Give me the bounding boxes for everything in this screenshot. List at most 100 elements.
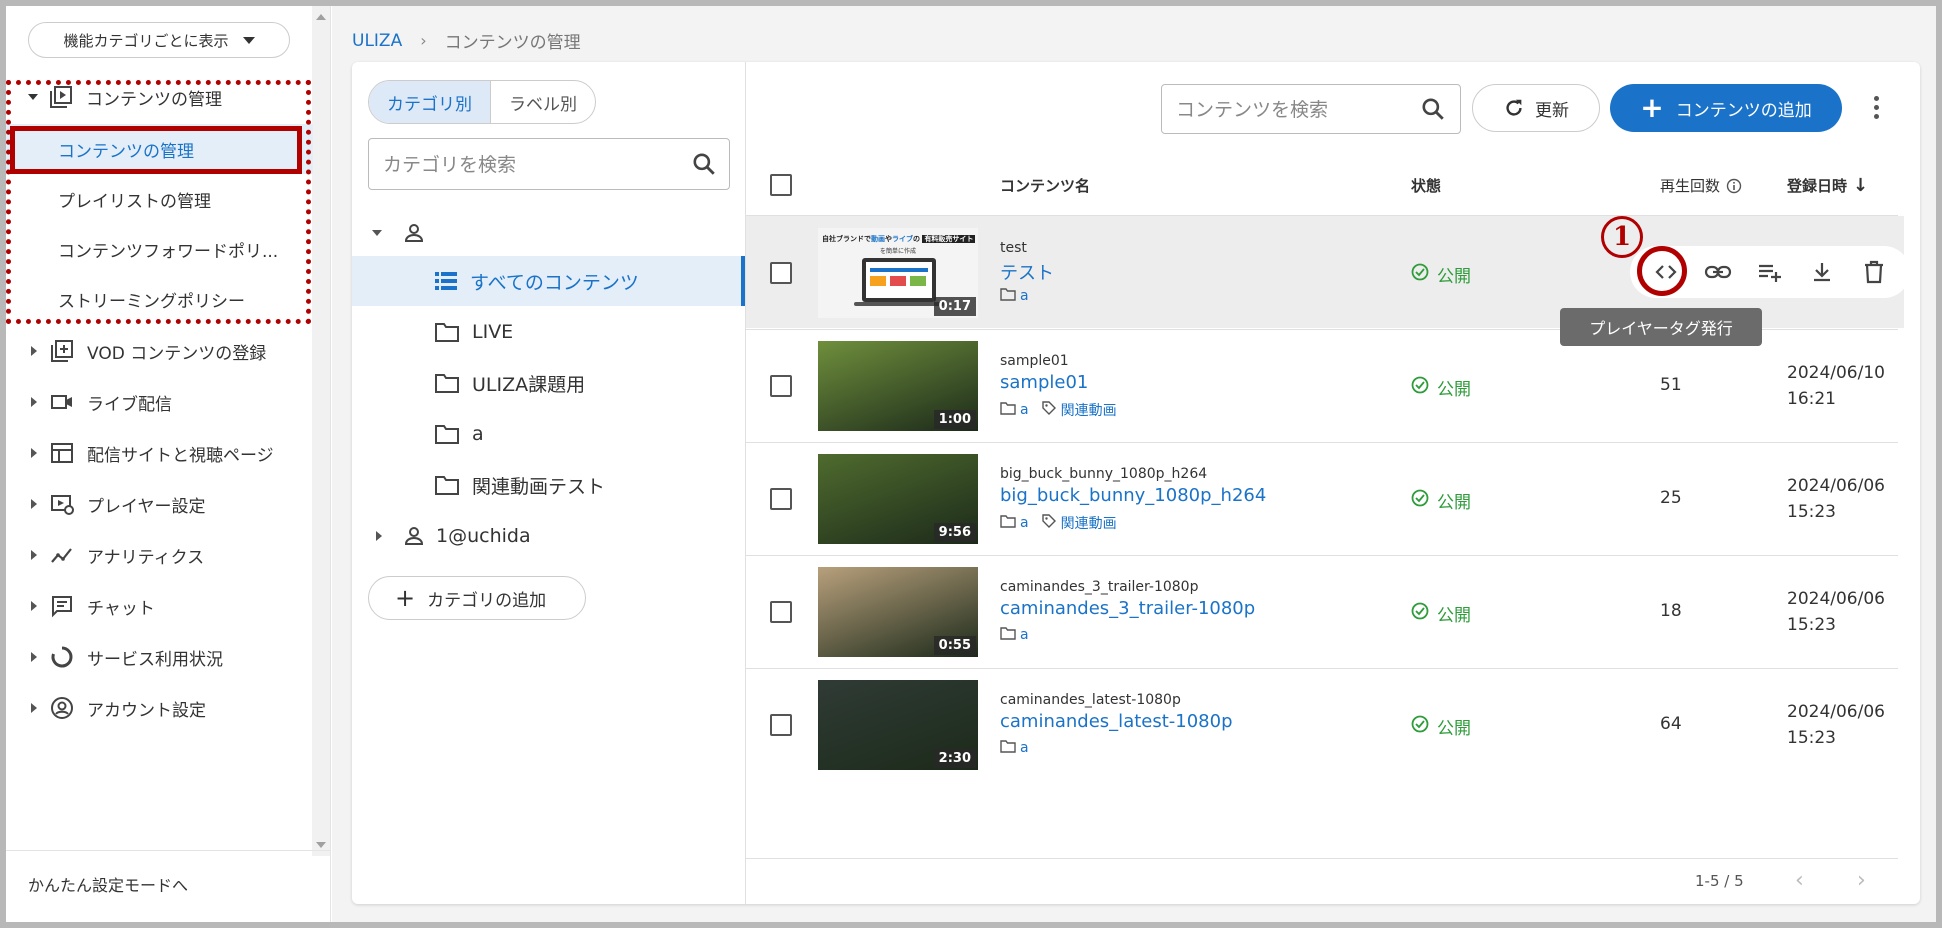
row-divider	[746, 442, 1898, 443]
sidebar-item-label: アナリティクス	[87, 547, 205, 568]
folder-name[interactable]: a	[1020, 627, 1029, 643]
content-title-link[interactable]: big_buck_bunny_1080p_h264	[1000, 485, 1266, 506]
search-icon[interactable]	[1420, 96, 1446, 122]
content-id: caminandes_3_trailer-1080p	[1000, 578, 1199, 595]
status-label: 公開	[1437, 492, 1471, 513]
tree-node-folder[interactable]: 関連動画テスト	[352, 460, 745, 510]
content-title-link[interactable]: caminandes_3_trailer-1080p	[1000, 598, 1255, 619]
thumbnail[interactable]: 9:56	[818, 453, 978, 544]
chevron-left-icon[interactable]: ‹	[1795, 870, 1804, 892]
tab-by-label[interactable]: ラベル別	[490, 81, 595, 123]
folder-name[interactable]: a	[1020, 402, 1029, 418]
thumbnail-banner-sub: を簡単に作成	[879, 247, 916, 255]
sidebar-item-usage[interactable]: サービス利用状況	[6, 632, 313, 682]
tab-by-category[interactable]: カテゴリ別	[369, 81, 490, 123]
header-plays-label: 再生回数	[1660, 177, 1721, 195]
tree-node-folder[interactable]: a	[352, 409, 745, 459]
label-name[interactable]: 関連動画	[1061, 513, 1117, 533]
refresh-button[interactable]: 更新	[1472, 84, 1600, 132]
content-title-link[interactable]: sample01	[1000, 372, 1088, 393]
chevron-right-icon: ›	[420, 31, 427, 50]
expand-open-icon[interactable]	[372, 230, 382, 236]
view-mode-select[interactable]: 機能カテゴリごとに表示	[28, 22, 290, 58]
sidebar-item-label: 配信サイトと視聴ページ	[87, 445, 274, 466]
expand-closed-icon	[31, 346, 37, 356]
breadcrumb-root-link[interactable]: ULIZA	[352, 31, 402, 51]
more-vert-icon[interactable]	[1872, 96, 1880, 120]
sidebar-scrollbar[interactable]	[312, 6, 330, 856]
info-icon[interactable]	[1726, 178, 1742, 194]
registered-datetime: 2024/06/06 15:23	[1787, 473, 1885, 525]
label-name[interactable]: 関連動画	[1061, 400, 1117, 420]
add-category-label: カテゴリの追加	[427, 590, 547, 611]
registered-date: 2024/06/06	[1787, 588, 1885, 609]
tree-node-folder[interactable]: ULIZA課題用	[352, 358, 745, 408]
chevron-right-icon[interactable]: ›	[1857, 870, 1866, 892]
header-plays[interactable]: 再生回数	[1660, 175, 1742, 196]
folder-icon	[1000, 739, 1016, 757]
download-icon[interactable]	[1806, 256, 1838, 288]
tree-node-user-root[interactable]	[352, 208, 745, 258]
sidebar-item-chat[interactable]: チャット	[6, 581, 313, 631]
footer-divider	[746, 858, 1898, 859]
content-search-input[interactable]	[1176, 96, 1406, 124]
sidebar-item-layout[interactable]: 配信サイトと視聴ページ	[6, 428, 313, 478]
sidebar-item-analytics[interactable]: アナリティクス	[6, 530, 313, 580]
chat-icon	[49, 594, 75, 618]
tree-node-folder[interactable]: LIVE	[352, 307, 745, 357]
header-registered[interactable]: 登録日時 ↓	[1787, 175, 1868, 196]
folder-name[interactable]: a	[1020, 740, 1029, 756]
select-all-checkbox[interactable]	[770, 174, 792, 196]
thumbnail[interactable]: 0:55	[818, 566, 978, 657]
folder-name[interactable]: a	[1020, 515, 1029, 531]
easy-mode-label: かんたん設定モードへ	[28, 875, 189, 895]
thumbnail[interactable]: 自社ブランドで動画やライブの 有料販売サイト を簡単に作成 0:17	[818, 227, 978, 318]
folder-icon	[1000, 401, 1016, 419]
row-checkbox[interactable]	[770, 600, 792, 623]
playlist-add-icon[interactable]	[1754, 256, 1786, 288]
add-category-button[interactable]: + カテゴリの追加	[368, 576, 586, 620]
sidebar-item-add-box[interactable]: VOD コンテンツの登録	[6, 326, 313, 376]
registered-date: 2024/06/06	[1787, 701, 1885, 722]
row-checkbox[interactable]	[770, 374, 792, 397]
row-checkbox[interactable]	[770, 487, 792, 510]
add-box-icon	[49, 339, 75, 363]
sidebar-item-account[interactable]: アカウント設定	[6, 683, 313, 733]
sidebar-item-player-settings[interactable]: プレイヤー設定	[6, 479, 313, 529]
category-search-input[interactable]	[383, 151, 673, 179]
row-checkbox[interactable]	[770, 261, 792, 284]
expand-closed-icon[interactable]	[376, 531, 382, 541]
content-id: big_buck_bunny_1080p_h264	[1000, 465, 1208, 482]
add-content-button[interactable]: + コンテンツの追加	[1610, 84, 1842, 132]
link-icon[interactable]	[1702, 256, 1734, 288]
search-icon[interactable]	[691, 151, 717, 177]
annotation-number-badge: 1	[1601, 216, 1643, 258]
sort-down-icon[interactable]: ↓	[1853, 175, 1868, 196]
sidebar-item-video-camera[interactable]: ライブ配信	[6, 377, 313, 427]
delete-icon[interactable]	[1858, 256, 1890, 288]
content-title-link[interactable]: テスト	[1000, 259, 1054, 285]
annotation-circle	[1637, 246, 1687, 296]
scroll-down-icon[interactable]	[316, 842, 326, 848]
folder-name[interactable]: a	[1020, 288, 1029, 304]
thumbnail[interactable]: 1:00	[818, 340, 978, 431]
header-status[interactable]: 状態	[1411, 175, 1441, 196]
registered-datetime: 2024/06/06 15:23	[1787, 699, 1885, 751]
list-icon	[434, 270, 458, 292]
easy-mode-link[interactable]: かんたん設定モードへ	[6, 850, 331, 916]
add-content-label: コンテンツの追加	[1675, 100, 1812, 121]
tree-node-label: ULIZA課題用	[472, 373, 586, 396]
tree-node-user-uchida[interactable]: 1@uchida	[352, 511, 745, 561]
content-title-link[interactable]: caminandes_latest-1080p	[1000, 711, 1233, 732]
tree-node-all-contents[interactable]: すべてのコンテンツ	[352, 256, 745, 306]
row-checkbox[interactable]	[770, 713, 792, 736]
content-id: test	[1000, 239, 1027, 256]
content-meta: a 関連動画	[1000, 513, 1117, 533]
play-count: 18	[1660, 600, 1682, 621]
person-icon	[404, 224, 424, 242]
thumbnail[interactable]: 2:30	[818, 679, 978, 770]
content-search	[1161, 84, 1461, 134]
header-content-name[interactable]: コンテンツ名	[1000, 175, 1090, 196]
sidebar-item-label: ライブ配信	[87, 394, 172, 415]
scroll-up-icon[interactable]	[316, 14, 326, 20]
